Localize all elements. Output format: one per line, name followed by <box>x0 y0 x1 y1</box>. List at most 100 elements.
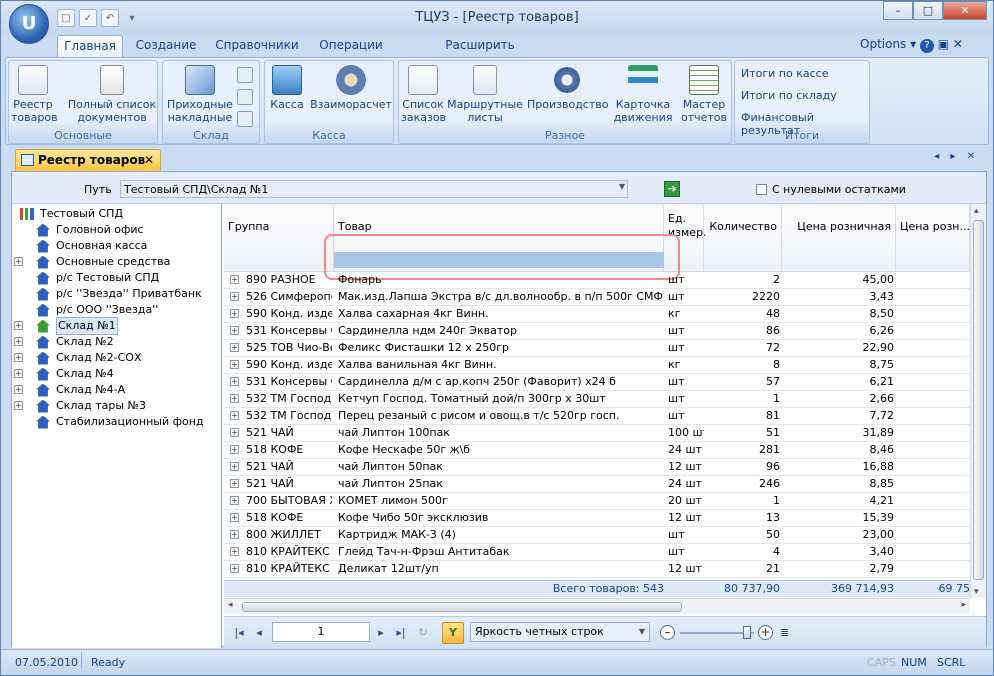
cash-totals-link[interactable]: Итоги по кассе <box>741 67 828 80</box>
expand-row-icon[interactable]: + <box>230 530 239 539</box>
zero-balance-checkbox[interactable]: С нулевыми остатками <box>756 183 906 196</box>
expand-row-icon[interactable]: + <box>230 360 239 369</box>
table-row[interactable]: +700 БЫТОВАЯ ХИ КОМЕТ лимон 500г 20 шт 1 4,2… <box>224 493 970 510</box>
chevron-down-icon[interactable]: ▼ <box>619 182 625 191</box>
refresh-icon[interactable]: ↻ <box>416 626 430 640</box>
movement-card-button[interactable]: Карточка движения <box>613 65 673 124</box>
next-page-icon[interactable]: ▸ <box>374 626 388 640</box>
tab-operations[interactable]: Операции <box>313 35 389 57</box>
tree-item[interactable]: + Склад №4 <box>14 366 114 382</box>
report-master-button[interactable]: Мастер отчетов <box>679 65 729 124</box>
doc-tab-nav[interactable]: ◂ ▸ ✕ <box>934 151 979 162</box>
table-row[interactable]: +800 ЖИЛЛЕТ Картридж МАК-3 (4) шт 50 23,00 <box>224 527 970 544</box>
tree-item[interactable]: + Склад №2-СОХ <box>14 350 141 366</box>
first-page-icon[interactable]: |◂ <box>232 626 246 640</box>
table-row[interactable]: +532 ТМ Господар Перец резаный с рисом и … <box>224 408 970 425</box>
table-row[interactable]: +532 ТМ Господар Кетчуп Господ. Томатный … <box>224 391 970 408</box>
zoom-slider[interactable]: – + ≣ <box>660 625 796 641</box>
tab-create[interactable]: Создание <box>131 35 201 57</box>
expand-row-icon[interactable]: + <box>230 479 239 488</box>
horizontal-scrollbar[interactable]: ◂ ▸ <box>224 598 970 614</box>
table-row[interactable]: +521 ЧАЙ чай Липтон 25пак 24 шт 246 8,85 <box>224 476 970 493</box>
tree-item[interactable]: р/с Тестовый СПД <box>36 270 159 286</box>
close-button[interactable]: ✕ <box>943 1 987 20</box>
registry-button[interactable]: Реестр товаров <box>11 65 58 124</box>
table-row[interactable]: +518 КОФЕ Кофе Нескафе 50г ж\б 24 шт 281 8,4… <box>224 442 970 459</box>
doc-tab-close-icon[interactable]: ✕ <box>144 150 154 170</box>
column-header-quantity[interactable]: Количество <box>704 204 782 272</box>
hscroll-thumb[interactable] <box>242 602 682 612</box>
table-row[interactable]: +890 РАЗНОЕ Фонарь шт 2 45,00 <box>224 272 970 289</box>
expand-row-icon[interactable]: + <box>230 496 239 505</box>
row-brightness-select[interactable]: Яркость четных строк ▼ <box>470 622 650 642</box>
zoom-knob[interactable] <box>742 626 751 639</box>
tree-item[interactable]: + Склад №2 <box>14 334 114 350</box>
tree-item[interactable]: р/с ''Звезда'' Приватбанк <box>36 286 202 302</box>
doc-tab-registry[interactable]: Реестр товаров ✕ <box>15 149 161 171</box>
expand-row-icon[interactable]: + <box>230 513 239 522</box>
page-input[interactable]: 1 <box>272 622 370 642</box>
route-sheet-button[interactable]: Маршрутные листы <box>447 65 523 124</box>
vertical-scrollbar[interactable]: ▴ ▾ <box>970 204 986 598</box>
tab-home[interactable]: Главная <box>57 35 123 57</box>
settlement-button[interactable]: Взаиморасчет <box>309 65 393 111</box>
column-header-group[interactable]: Группа <box>224 204 334 272</box>
order-list-button[interactable]: Список заказов <box>401 65 446 124</box>
expand-row-icon[interactable]: + <box>230 326 239 335</box>
table-row[interactable]: +526 Симферопол Мак.изд.Лапша Экстра в/с … <box>224 289 970 306</box>
table-row[interactable]: +518 КОФЕ Кофе Чибо 50г эксклюзив 12 шт 13 1… <box>224 510 970 527</box>
expand-row-icon[interactable]: + <box>230 309 239 318</box>
zoom-in-icon[interactable]: + <box>758 625 773 640</box>
tree-root[interactable]: Тестовый СПД <box>20 206 123 222</box>
incoming-invoice-button[interactable]: Приходные накладные <box>165 65 235 124</box>
go-arrow-icon[interactable]: ➔ <box>664 181 680 197</box>
expand-row-icon[interactable]: + <box>230 275 239 284</box>
scroll-right-icon[interactable]: ▸ <box>961 600 966 610</box>
table-row[interactable]: +810 КРАЙТЕКС Глейд Тач-н-Фрэш Антитабак ш… <box>224 544 970 561</box>
table-row[interactable]: +525 ТОВ Чио-Вол Феликс Фисташки 12 х 250… <box>224 340 970 357</box>
expand-row-icon[interactable]: + <box>230 564 239 573</box>
app-orb-button[interactable]: U <box>9 4 49 44</box>
expand-icon[interactable]: + <box>14 369 23 378</box>
last-page-icon[interactable]: ▸| <box>394 626 408 640</box>
warehouse-small-1-icon[interactable] <box>237 67 253 83</box>
minimize-button[interactable]: – <box>883 1 913 20</box>
chevron-down-icon[interactable]: ▼ <box>639 623 645 641</box>
expand-row-icon[interactable]: + <box>230 292 239 301</box>
tree-item[interactable]: Основная касса <box>36 238 147 254</box>
table-row[interactable]: +810 КРАЙТЕКС Деликат 12шт/уп 12 шт 21 2,79 <box>224 561 970 578</box>
document-list-button[interactable]: Полный список документов <box>67 65 157 124</box>
cash-button[interactable]: Касса <box>269 65 305 111</box>
checkbox-box[interactable] <box>756 184 767 195</box>
column-header-retail-price-2[interactable]: Цена розн... <box>896 204 970 272</box>
column-header-retail-price[interactable]: Цена розничная <box>782 204 896 272</box>
tree-item[interactable]: Головной офис <box>36 222 144 238</box>
expand-icon[interactable]: + <box>14 353 23 362</box>
tree-item[interactable]: + Склад тары №3 <box>14 398 146 414</box>
warehouse-small-3-icon[interactable] <box>237 111 253 127</box>
table-row[interactable]: +531 Консервы Ов Сардинелла ндм 240г Эква… <box>224 323 970 340</box>
expand-row-icon[interactable]: + <box>230 343 239 352</box>
maximize-button[interactable]: □ <box>913 1 943 20</box>
tree-item[interactable]: + Склад №4-А <box>14 382 125 398</box>
help-icon[interactable]: ? <box>919 39 934 53</box>
expand-row-icon[interactable]: + <box>230 411 239 420</box>
table-row[interactable]: +521 ЧАЙ чай Липтон 100пак 100 шт 51 31,89 <box>224 425 970 442</box>
expand-icon[interactable]: + <box>14 401 23 410</box>
expand-icon[interactable]: + <box>14 337 23 346</box>
columns-icon[interactable]: ≣ <box>780 626 789 639</box>
scroll-down-icon[interactable]: ▾ <box>974 587 979 597</box>
tab-extend[interactable]: Расширить возможности... <box>399 35 561 72</box>
expand-icon[interactable]: + <box>14 385 23 394</box>
scroll-up-icon[interactable]: ▴ <box>974 206 979 216</box>
expand-row-icon[interactable]: + <box>230 377 239 386</box>
expand-icon[interactable]: + <box>14 321 23 330</box>
tree-item[interactable]: р/с ООО ''Звезда'' <box>36 302 158 318</box>
expand-row-icon[interactable]: + <box>230 462 239 471</box>
table-row[interactable]: +590 Конд. издели Халва сахарная 4кг Винн… <box>224 306 970 323</box>
table-row[interactable]: +590 Конд. издели Халва ванильная 4кг Вин… <box>224 357 970 374</box>
tab-references[interactable]: Справочники <box>211 35 303 57</box>
options-menu[interactable]: Options ▾ ? ▣ ✕ <box>860 37 963 53</box>
zoom-out-icon[interactable]: – <box>660 625 675 640</box>
tree-item-selected[interactable]: + Склад №1 <box>14 317 118 335</box>
